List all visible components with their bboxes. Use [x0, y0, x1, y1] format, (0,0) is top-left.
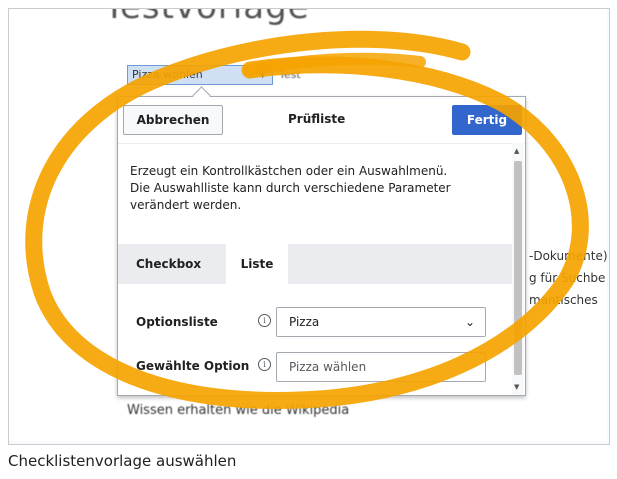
dialog-description: Erzeugt ein Kontrollkästchen oder ein Au… [130, 164, 451, 212]
dialog-title: Prüfliste [288, 112, 346, 126]
dialog-scrollbar[interactable]: ▲ ▼ [512, 143, 524, 395]
dropdown-arrow-icon: ▼ [259, 70, 266, 80]
scroll-down-icon[interactable]: ▼ [514, 383, 519, 391]
background-text-line: g für Suchbe [529, 271, 606, 285]
background-text-line: -Dokumente) i [529, 249, 607, 263]
scrollbar-thumb[interactable] [514, 161, 522, 375]
cancel-button[interactable]: Abbrechen [123, 105, 223, 135]
background-text-line: mantisches [529, 293, 598, 307]
screenshot-content: Testvorlage Pizza wählen ▼ Test -Dokumen… [9, 9, 607, 441]
scroll-up-icon[interactable]: ▲ [514, 147, 519, 155]
page-heading: Testvorlage [104, 9, 310, 27]
tab-checkbox[interactable]: Checkbox [136, 244, 201, 284]
checklist-dialog: Abbrechen Prüfliste Fertig Erzeugt ein K… [117, 96, 526, 396]
figure-caption: Checklistenvorlage auswählen [8, 452, 237, 470]
background-bottom-text: Wissen erhalten wie die Wikipedia [127, 403, 350, 418]
selected-option-input[interactable]: Pizza wählen [276, 352, 486, 382]
template-preview-label: Test [279, 68, 301, 81]
template-preview-select-value: Pizza wählen [132, 68, 203, 81]
chevron-down-icon: ⌄ [464, 315, 475, 329]
options-list-label: Optionsliste [136, 315, 218, 329]
selected-option-label: Gewählte Option [136, 359, 250, 373]
options-list-value: Pizza [289, 315, 320, 329]
tab-liste[interactable]: Liste [226, 244, 288, 284]
info-icon[interactable]: i [258, 314, 271, 327]
tab-bar: Checkbox Liste [118, 244, 512, 284]
selected-option-placeholder: Pizza wählen [289, 360, 367, 374]
info-icon[interactable]: i [258, 358, 271, 371]
template-preview-select[interactable]: Pizza wählen ▼ [127, 65, 273, 85]
options-list-select[interactable]: Pizza ⌄ [276, 307, 486, 337]
done-button[interactable]: Fertig [452, 105, 522, 135]
dialog-header: Abbrechen Prüfliste Fertig [118, 97, 525, 144]
